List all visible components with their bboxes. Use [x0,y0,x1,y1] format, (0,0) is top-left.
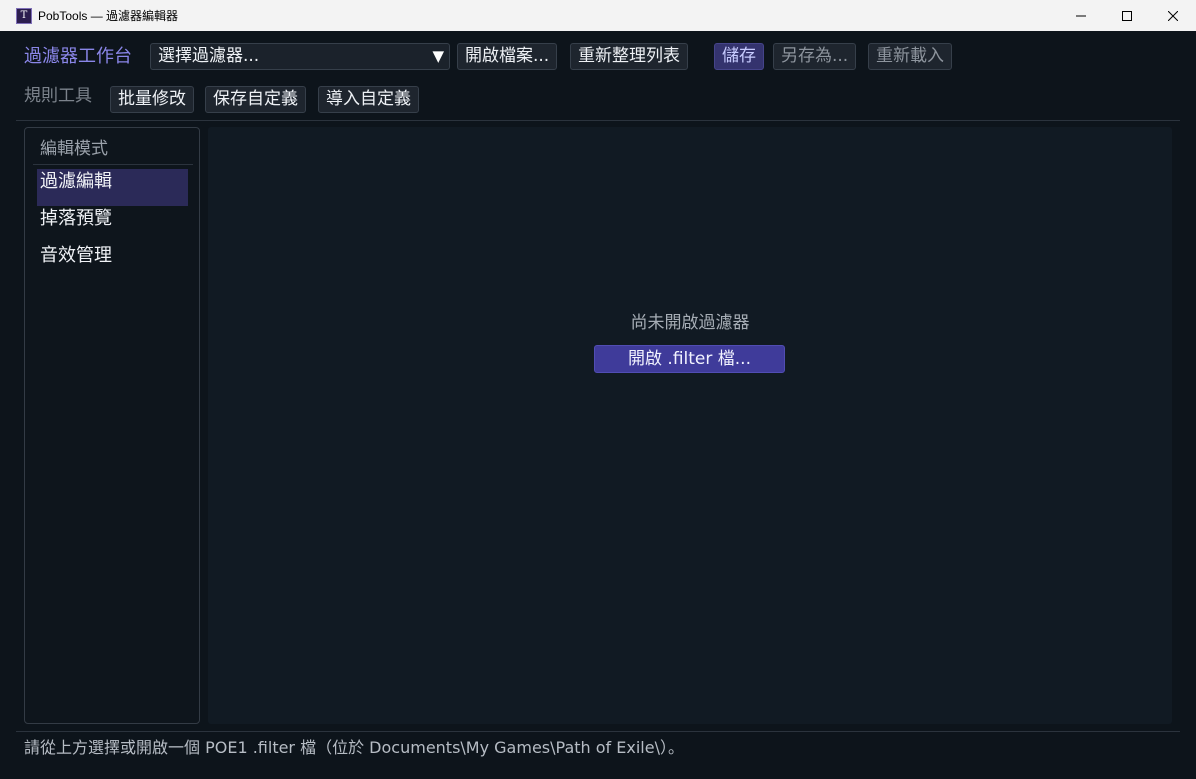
open-file-button[interactable]: 開啟檔案... [457,43,558,70]
main-panel: 尚未開啟過濾器 開啟 .filter 檔... [208,127,1172,724]
open-filter-button[interactable]: 開啟 .filter 檔... [594,345,785,373]
empty-state-message: 尚未開啟過濾器 [630,313,750,333]
window-controls [1058,0,1196,31]
close-button[interactable] [1150,0,1196,31]
sidebar-item-drop-preview[interactable]: 掉落預覽 [37,206,188,243]
edit-mode-sidebar: 編輯模式 過濾編輯 掉落預覽 音效管理 [24,127,200,724]
chevron-down-icon: ▼ [432,47,444,65]
app-icon: T [16,7,32,24]
workbench-title: 過濾器工作台 [24,46,132,67]
sidebar-item-sound-manager[interactable]: 音效管理 [37,243,188,280]
reload-button[interactable]: 重新載入 [868,43,952,70]
sidebar-divider [33,164,193,165]
save-button[interactable]: 儲存 [714,43,764,70]
main-toolbar: 過濾器工作台 選擇過濾器... ▼ 開啟檔案... 重新整理列表 儲存 另存為.… [0,40,1196,74]
refresh-list-button[interactable]: 重新整理列表 [570,43,688,70]
sidebar-item-label: 過濾編輯 [40,171,112,192]
window-title: PobTools — 過濾器編輯器 [38,9,179,23]
sidebar-item-filter-edit[interactable]: 過濾編輯 [37,169,188,206]
close-icon [1168,10,1178,21]
save-custom-button[interactable]: 保存自定義 [205,86,306,113]
status-bar-text: 請從上方選擇或開啟一個 POE1 .filter 檔（位於 Documents\… [24,738,684,757]
import-custom-button[interactable]: 導入自定義 [318,86,419,113]
minimize-button[interactable] [1058,0,1104,31]
filter-select-value: 選擇過濾器... [158,46,260,66]
status-divider [16,731,1180,732]
save-as-button[interactable]: 另存為... [773,43,857,70]
maximize-button[interactable] [1104,0,1150,31]
sidebar-item-label: 掉落預覽 [40,208,112,229]
maximize-icon [1122,10,1132,21]
sidebar-heading: 編輯模式 [40,139,108,159]
rule-tools-label: 規則工具 [24,86,92,106]
toolbar-divider [16,120,1180,121]
filter-select[interactable]: 選擇過濾器... ▼ [150,43,450,70]
title-bar: T PobTools — 過濾器編輯器 [0,0,1196,31]
minimize-icon [1076,15,1086,16]
sidebar-item-label: 音效管理 [40,245,112,266]
batch-edit-button[interactable]: 批量修改 [110,86,194,113]
